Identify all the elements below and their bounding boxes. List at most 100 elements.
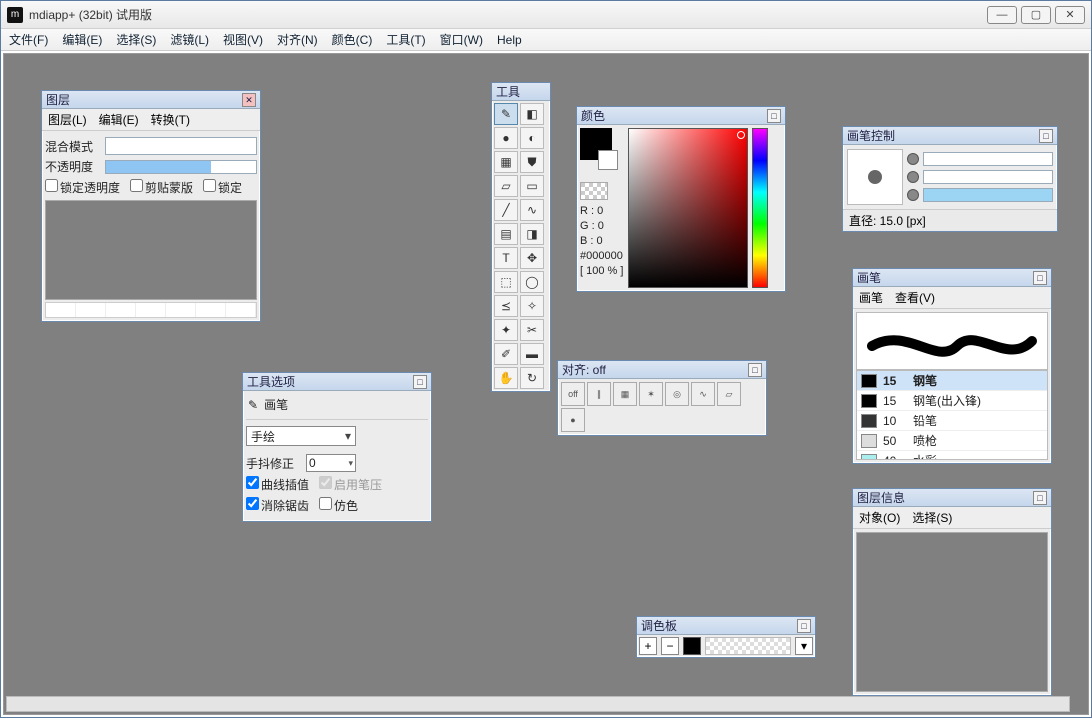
brush-item[interactable]: 10铅笔 [857, 411, 1047, 431]
tool-bucket[interactable]: ⛊ [520, 151, 544, 173]
transparent-swatch[interactable] [580, 182, 608, 200]
tool-eyedrop[interactable]: ✐ [494, 343, 518, 365]
tool-eraser[interactable]: ◧ [520, 103, 544, 125]
saturation-value-picker[interactable] [628, 128, 748, 288]
tool-options-collapse[interactable]: □ [413, 375, 427, 389]
lock-opacity-checkbox[interactable]: 锁定透明度 [45, 179, 120, 196]
brush-item[interactable]: 40水彩 [857, 451, 1047, 460]
menu-snap[interactable]: 对齐(N) [277, 31, 318, 48]
menu-help[interactable]: Help [497, 33, 522, 47]
layer-info-collapse[interactable]: □ [1033, 491, 1047, 505]
tool-curve[interactable]: ∿ [520, 199, 544, 221]
curve-interp-checkbox[interactable]: 曲线插值 [246, 476, 309, 493]
close-button[interactable]: ✕ [1055, 6, 1085, 24]
pen-pressure-checkbox[interactable]: 启用笔压 [319, 476, 382, 493]
menu-window[interactable]: 窗口(W) [440, 31, 483, 48]
brush-item[interactable]: 15钢笔(出入锋) [857, 391, 1047, 411]
snap-off[interactable]: off [561, 382, 585, 406]
palette-track[interactable] [705, 637, 791, 655]
brush-opacity-knob[interactable] [907, 171, 919, 183]
layers-menu-layer[interactable]: 图层(L) [48, 111, 87, 128]
palette-add-button[interactable]: + [639, 637, 657, 655]
tool-wand[interactable]: ✧ [520, 295, 544, 317]
snap-concentric[interactable]: ◎ [665, 382, 689, 406]
tool-gradient2[interactable]: ◨ [520, 223, 544, 245]
opacity-slider[interactable] [105, 160, 257, 174]
opacity-label: 不透明度 [45, 158, 99, 175]
hand-correction-input[interactable]: 0 [306, 454, 356, 472]
snap-panel-collapse[interactable]: □ [748, 363, 762, 377]
blend-mode-select[interactable] [105, 137, 257, 155]
menu-filter[interactable]: 滤镜(L) [170, 31, 209, 48]
tool-effects[interactable]: ✦ [494, 319, 518, 341]
hue-slider[interactable] [752, 128, 768, 288]
clip-mask-checkbox[interactable]: 剪贴蒙版 [130, 179, 193, 196]
brush-menu-brush[interactable]: 画笔 [859, 289, 883, 306]
tool-shade[interactable]: ◐ [520, 127, 544, 149]
layers-menu-transform[interactable]: 转换(T) [151, 111, 190, 128]
brush-size-track[interactable] [923, 152, 1053, 166]
layers-panel-close[interactable]: ✕ [242, 93, 256, 107]
minimize-button[interactable]: ― [987, 6, 1017, 24]
layers-menu-edit[interactable]: 编辑(E) [99, 111, 139, 128]
tool-rect[interactable]: ▭ [520, 175, 544, 197]
menu-tools[interactable]: 工具(T) [386, 31, 425, 48]
tool-move[interactable]: ✥ [520, 247, 544, 269]
tool-shape[interactable]: ▱ [494, 175, 518, 197]
tool-hand[interactable]: ✋ [494, 367, 518, 389]
layer-list-area[interactable] [45, 200, 257, 300]
maximize-button[interactable]: ▢ [1021, 6, 1051, 24]
palette-menu-button[interactable]: ▾ [795, 637, 813, 655]
snap-circle[interactable]: ● [561, 408, 585, 432]
snap-radial[interactable]: ✶ [639, 382, 663, 406]
brush-item[interactable]: 15钢笔 [857, 371, 1047, 391]
brush-control-collapse[interactable]: □ [1039, 129, 1053, 143]
color-panel-collapse[interactable]: □ [767, 109, 781, 123]
menu-select[interactable]: 选择(S) [116, 31, 156, 48]
draw-mode-select[interactable]: 手绘 [246, 426, 356, 446]
tool-pen[interactable]: ✎ [494, 103, 518, 125]
layer-info-menu-object[interactable]: 对象(O) [859, 509, 900, 526]
dither-checkbox[interactable]: 仿色 [319, 497, 358, 514]
workspace: 图层 ✕ 图层(L) 编辑(E) 转换(T) 混合模式 不透明度 锁定透明度 剪… [3, 53, 1089, 715]
layer-info-panel: 图层信息 □ 对象(O) 选择(S) [852, 488, 1052, 696]
tool-line[interactable]: ╱ [494, 199, 518, 221]
menu-edit[interactable]: 编辑(E) [62, 31, 102, 48]
snap-grid[interactable]: ▦ [613, 382, 637, 406]
tool-fill[interactable]: ▦ [494, 151, 518, 173]
brush-size-knob[interactable] [907, 153, 919, 165]
lock-checkbox[interactable]: 锁定 [203, 179, 242, 196]
brush-control-panel: 画笔控制 □ 直径: 15.0 [px] [842, 126, 1058, 232]
tool-select-ellipse[interactable]: ◯ [520, 271, 544, 293]
tool-ruler[interactable]: ▬ [520, 343, 544, 365]
brush-density-track[interactable] [923, 188, 1053, 202]
background-swatch[interactable] [598, 150, 618, 170]
brush-density-knob[interactable] [907, 189, 919, 201]
brush-item[interactable]: 50喷枪 [857, 431, 1047, 451]
menu-color[interactable]: 颜色(C) [332, 31, 373, 48]
snap-perspective[interactable]: ▱ [717, 382, 741, 406]
titlebar: m mdiapp+ (32bit) 试用版 ― ▢ ✕ [1, 1, 1091, 29]
palette-swatch[interactable] [683, 637, 701, 655]
brush-opacity-track[interactable] [923, 170, 1053, 184]
tool-rotate[interactable]: ↻ [520, 367, 544, 389]
horizontal-scrollbar[interactable] [6, 696, 1070, 712]
menu-view[interactable]: 视图(V) [223, 31, 263, 48]
tool-lasso[interactable]: ⪯ [494, 295, 518, 317]
palette-panel-collapse[interactable]: □ [797, 619, 811, 633]
antialias-checkbox[interactable]: 消除锯齿 [246, 497, 309, 514]
tool-dot[interactable]: ● [494, 127, 518, 149]
brush-menu-view[interactable]: 查看(V) [895, 289, 935, 306]
brush-panel-collapse[interactable]: □ [1033, 271, 1047, 285]
palette-remove-button[interactable]: − [661, 637, 679, 655]
snap-curve[interactable]: ∿ [691, 382, 715, 406]
layer-info-menu-select[interactable]: 选择(S) [912, 509, 952, 526]
tool-gradient[interactable]: ▤ [494, 223, 518, 245]
tool-name-label: 画笔 [264, 396, 288, 413]
tools-panel: 工具 ✎ ◧ ● ◐ ▦ ⛊ ▱ ▭ ╱ ∿ ▤ ◨ T ✥ ⬚ [491, 82, 551, 392]
tool-select-rect[interactable]: ⬚ [494, 271, 518, 293]
menu-file[interactable]: 文件(F) [9, 31, 48, 48]
snap-parallel[interactable]: ∥ [587, 382, 611, 406]
tool-knife[interactable]: ✂ [520, 319, 544, 341]
tool-text[interactable]: T [494, 247, 518, 269]
